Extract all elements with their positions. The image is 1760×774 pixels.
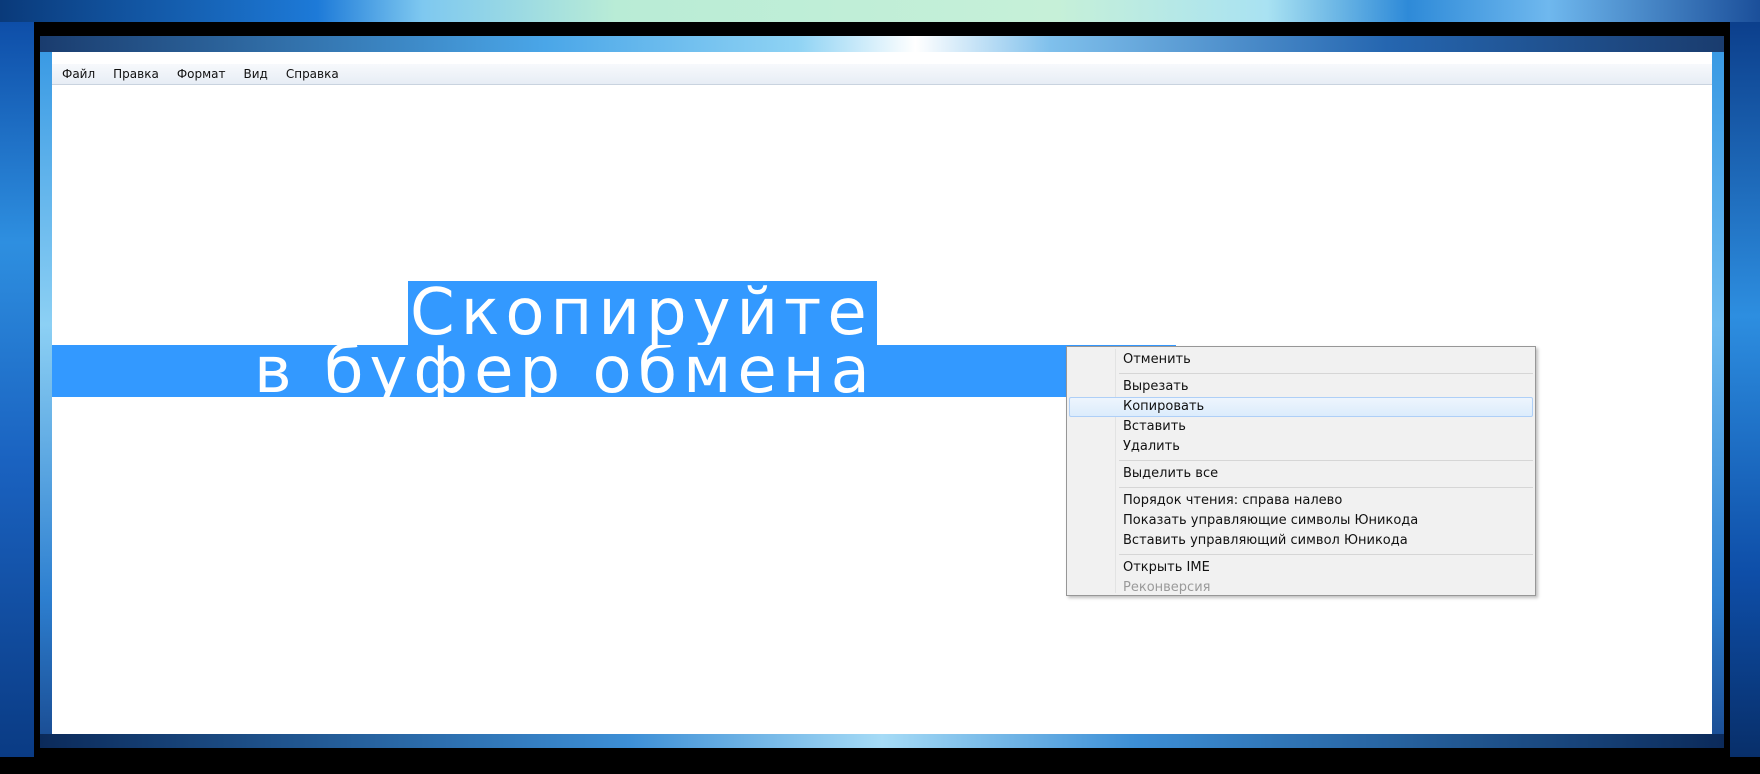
frame-decoration-left (40, 52, 52, 734)
selected-text-line-2-highlight[interactable]: в буфер обмена (52, 345, 1176, 397)
context-menu-undo[interactable]: Отменить (1067, 350, 1535, 370)
context-menu-paste[interactable]: Вставить (1067, 417, 1535, 437)
menu-bar: Файл Правка Формат Вид Справка (52, 64, 1712, 85)
context-menu-insert-unicode-control[interactable]: Вставить управляющий символ Юникода (1067, 531, 1535, 551)
menu-edit[interactable]: Правка (104, 64, 168, 84)
frame-decoration-top (40, 36, 1724, 52)
slide-background-bottom (0, 757, 1760, 774)
menu-help[interactable]: Справка (277, 64, 348, 84)
context-menu-open-ime[interactable]: Открыть IME (1067, 558, 1535, 578)
selected-text-line-1[interactable]: Скопируйте (408, 281, 877, 345)
selected-text-line-2: в буфер обмена (254, 345, 876, 397)
context-menu-cut[interactable]: Вырезать (1067, 377, 1535, 397)
menu-view[interactable]: Вид (235, 64, 277, 84)
context-menu-select-all[interactable]: Выделить все (1067, 464, 1535, 484)
slide-background-top (0, 0, 1760, 22)
frame-decoration-bottom (40, 734, 1724, 748)
context-menu-separator (1119, 373, 1533, 374)
menu-format[interactable]: Формат (168, 64, 235, 84)
context-menu-show-unicode-controls[interactable]: Показать управляющие символы Юникода (1067, 511, 1535, 531)
slide-background-left (0, 22, 34, 757)
context-menu-separator (1119, 554, 1533, 555)
slide-background-right (1730, 22, 1760, 757)
frame-decoration-right (1712, 52, 1724, 734)
context-menu-reconversion: Реконверсия (1123, 580, 1211, 595)
context-menu-separator (1119, 487, 1533, 488)
context-menu-delete[interactable]: Удалить (1067, 437, 1535, 457)
context-menu-rtl-order[interactable]: Порядок чтения: справа налево (1067, 491, 1535, 511)
context-menu: Отменить Вырезать Копировать Вставить Уд… (1066, 346, 1536, 596)
context-menu-separator (1119, 460, 1533, 461)
context-menu-copy[interactable]: Копировать (1069, 397, 1533, 417)
menu-file[interactable]: Файл (52, 64, 104, 84)
